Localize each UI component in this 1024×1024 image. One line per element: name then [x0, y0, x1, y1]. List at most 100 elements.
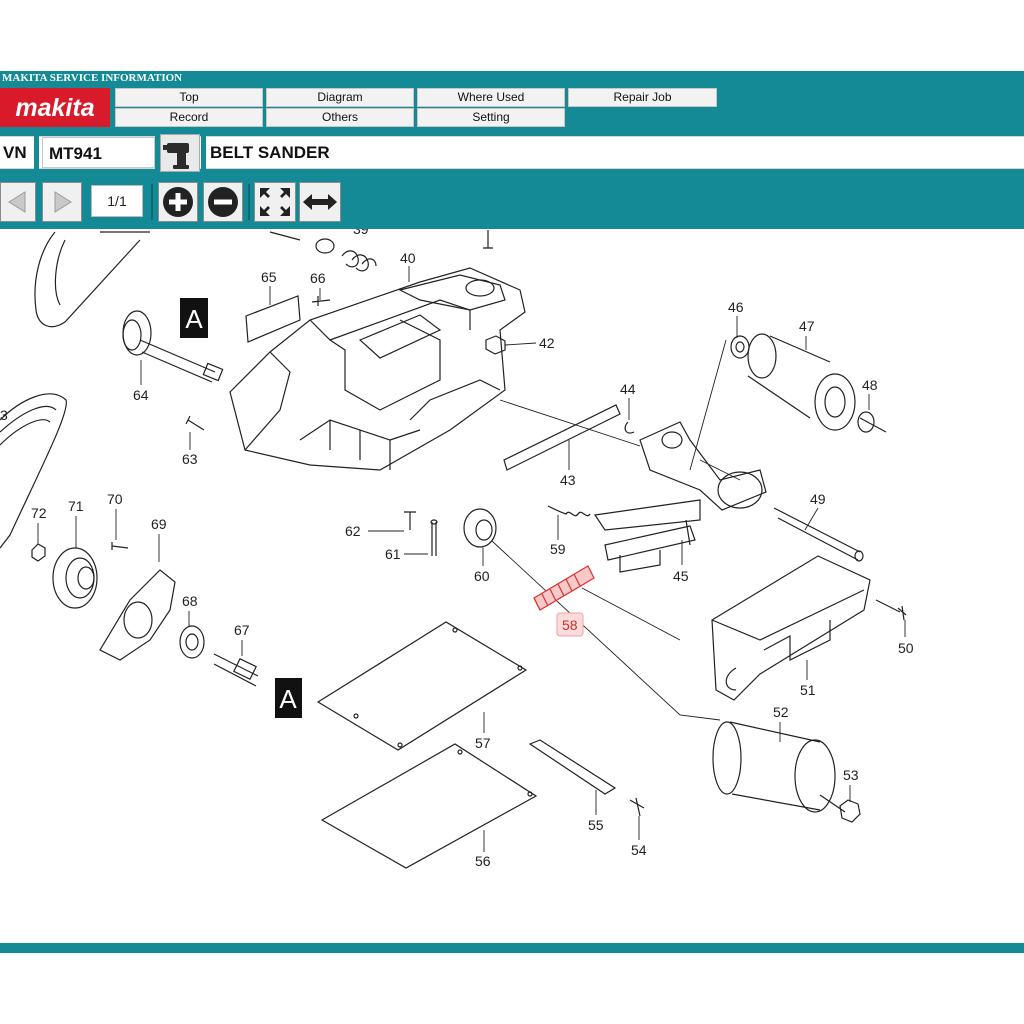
part-70-screw: [111, 542, 129, 550]
toolbar-divider: [151, 184, 153, 220]
part-label: 3: [0, 407, 8, 423]
nav-repair-job-button[interactable]: Repair Job: [568, 88, 717, 107]
zoom-in-icon: [163, 187, 193, 217]
part-55-strip: [528, 739, 617, 795]
part-45-bracket: [593, 421, 767, 573]
part-label: 68: [182, 593, 198, 609]
part-43-strip: [503, 404, 621, 471]
part-label: 72: [31, 505, 47, 521]
part-39-spring: [341, 250, 377, 272]
part-label: 65: [261, 269, 277, 285]
svg-text:A: A: [279, 684, 297, 714]
part-47-roller: [747, 333, 856, 431]
zoom-in-button[interactable]: [158, 182, 198, 222]
part-label: 48: [862, 377, 878, 393]
part-label: 60: [474, 568, 490, 584]
part-42-nut: [485, 335, 506, 355]
part-50-screw: [875, 599, 901, 613]
part-label: 44: [620, 381, 636, 397]
next-page-button[interactable]: [42, 182, 82, 222]
part-label: 56: [475, 853, 491, 869]
part-label: 51: [800, 682, 816, 698]
prev-page-button[interactable]: [0, 182, 36, 222]
part-51-plate: [711, 555, 871, 701]
nav-others-button[interactable]: Others: [266, 108, 414, 127]
nav-top-button[interactable]: Top: [115, 88, 263, 107]
part-44-ring: [624, 421, 635, 434]
part-59-spring: [547, 505, 591, 517]
part-57-pad: [316, 621, 528, 751]
nav-record-button[interactable]: Record: [115, 108, 263, 127]
part-labels: 3 39 40 42 43 44 45 46 47 48 49 50 51 52…: [0, 221, 914, 869]
footer-bar: [0, 943, 1024, 953]
parts-diagram[interactable]: A A 3 39 40 42 43 44 45 46 47 48 49 50 5…: [0, 221, 1024, 943]
part-40-housing: [229, 267, 526, 471]
zoom-out-icon: [208, 187, 238, 217]
part-63-screw: [185, 415, 205, 431]
next-page-icon: [54, 191, 72, 213]
zoom-out-button[interactable]: [203, 182, 243, 222]
part-label: 42: [539, 335, 555, 351]
part-label: 67: [234, 622, 250, 638]
part-label: 45: [673, 568, 689, 584]
part-label: 69: [151, 516, 167, 532]
power-tool-icon[interactable]: [160, 134, 200, 172]
part-label: 43: [560, 472, 576, 488]
leader-lines: [37, 266, 906, 852]
part-49-rod: [773, 507, 864, 562]
fit-page-button[interactable]: [254, 182, 296, 222]
part-label: 71: [68, 498, 84, 514]
nav-setting-button[interactable]: Setting: [417, 108, 565, 127]
part-label: 61: [385, 546, 401, 562]
part-label: 39: [353, 229, 369, 237]
fit-width-icon: [303, 194, 337, 210]
part-label: 47: [799, 318, 815, 334]
part-label: 50: [898, 640, 914, 656]
part-label: 49: [810, 491, 826, 507]
part-48-washer: [857, 411, 875, 433]
fit-width-button[interactable]: [299, 182, 341, 222]
makita-logo[interactable]: makita: [0, 88, 110, 127]
belt: [0, 393, 67, 549]
part-washer: [315, 238, 335, 254]
page-indicator[interactable]: 1/1: [91, 185, 143, 217]
fit-page-icon: [260, 188, 290, 216]
part-61-pin: [431, 522, 437, 556]
nav-where-used-button[interactable]: Where Used: [417, 88, 565, 107]
part-62-screw: [404, 511, 416, 530]
svg-text:A: A: [185, 304, 203, 334]
part-69-bracket: [99, 569, 176, 661]
divider: [34, 136, 39, 169]
section-marker-a: A: [180, 298, 208, 338]
model-number: MT941: [42, 137, 155, 168]
housing-cover-fragment: [34, 231, 141, 328]
prev-page-icon: [8, 191, 26, 213]
part-label: 40: [400, 250, 416, 266]
part-label: 46: [728, 299, 744, 315]
part-66-screw: [311, 296, 331, 306]
part-label: 62: [345, 523, 361, 539]
part-label: 63: [182, 451, 198, 467]
part-68-bearing: [179, 625, 205, 659]
region-code: VN: [3, 143, 27, 162]
part-72-nut: [31, 543, 46, 562]
part-label: 53: [843, 767, 859, 783]
part-label: 64: [133, 387, 149, 403]
part-56-pad: [320, 743, 538, 869]
part-52-roller: [712, 721, 836, 813]
part-label: 57: [475, 735, 491, 751]
part-label: 70: [107, 491, 123, 507]
part-71-pulley: [52, 547, 98, 609]
product-name: BELT SANDER: [210, 143, 330, 162]
logo-text: makita: [15, 94, 94, 122]
part-label: 52: [773, 704, 789, 720]
nav-diagram-button[interactable]: Diagram: [266, 88, 414, 107]
part-label: 66: [310, 270, 326, 286]
divider: [201, 136, 206, 169]
service-title: MAKITA SERVICE INFORMATION: [2, 72, 183, 84]
part-label: 59: [550, 541, 566, 557]
part-screw-top: [483, 230, 493, 249]
part-46-washer: [730, 335, 750, 359]
part-60-bearing: [463, 508, 497, 548]
part-label: 54: [631, 842, 647, 858]
